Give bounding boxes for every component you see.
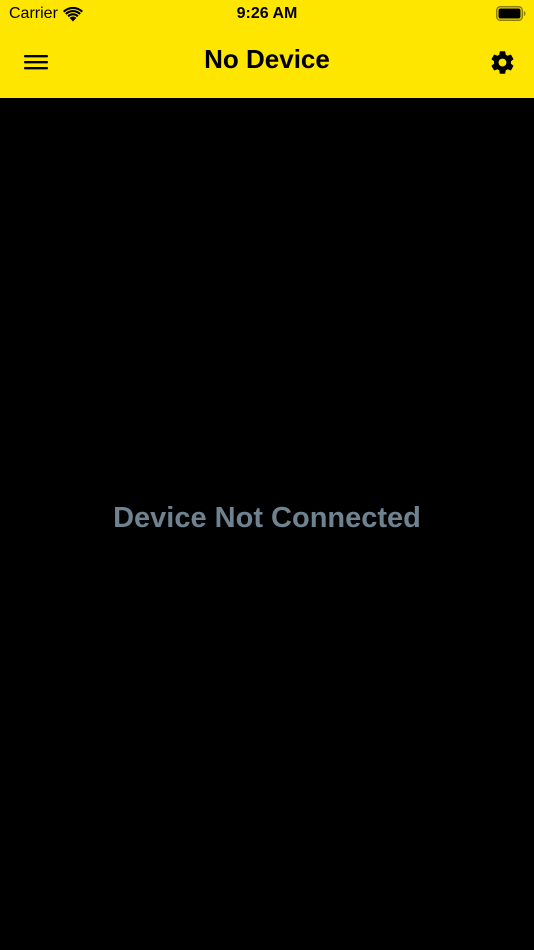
page-title: No Device: [204, 44, 330, 74]
status-time: 9:26 AM: [236, 5, 298, 22]
device-status-message: Device Not Connected: [113, 502, 421, 534]
status-bar: Carrier 9:26 AM: [0, 0, 534, 28]
navigation-bar: No Device: [0, 28, 534, 98]
gear-icon: [491, 50, 513, 74]
settings-button[interactable]: [486, 46, 518, 78]
battery-icon: [496, 6, 526, 21]
main-content: Device Not Connected: [0, 98, 534, 950]
menu-button[interactable]: [20, 46, 52, 78]
hamburger-menu-icon: [24, 55, 48, 70]
app-header: Carrier 9:26 AM No Device: [0, 0, 534, 98]
